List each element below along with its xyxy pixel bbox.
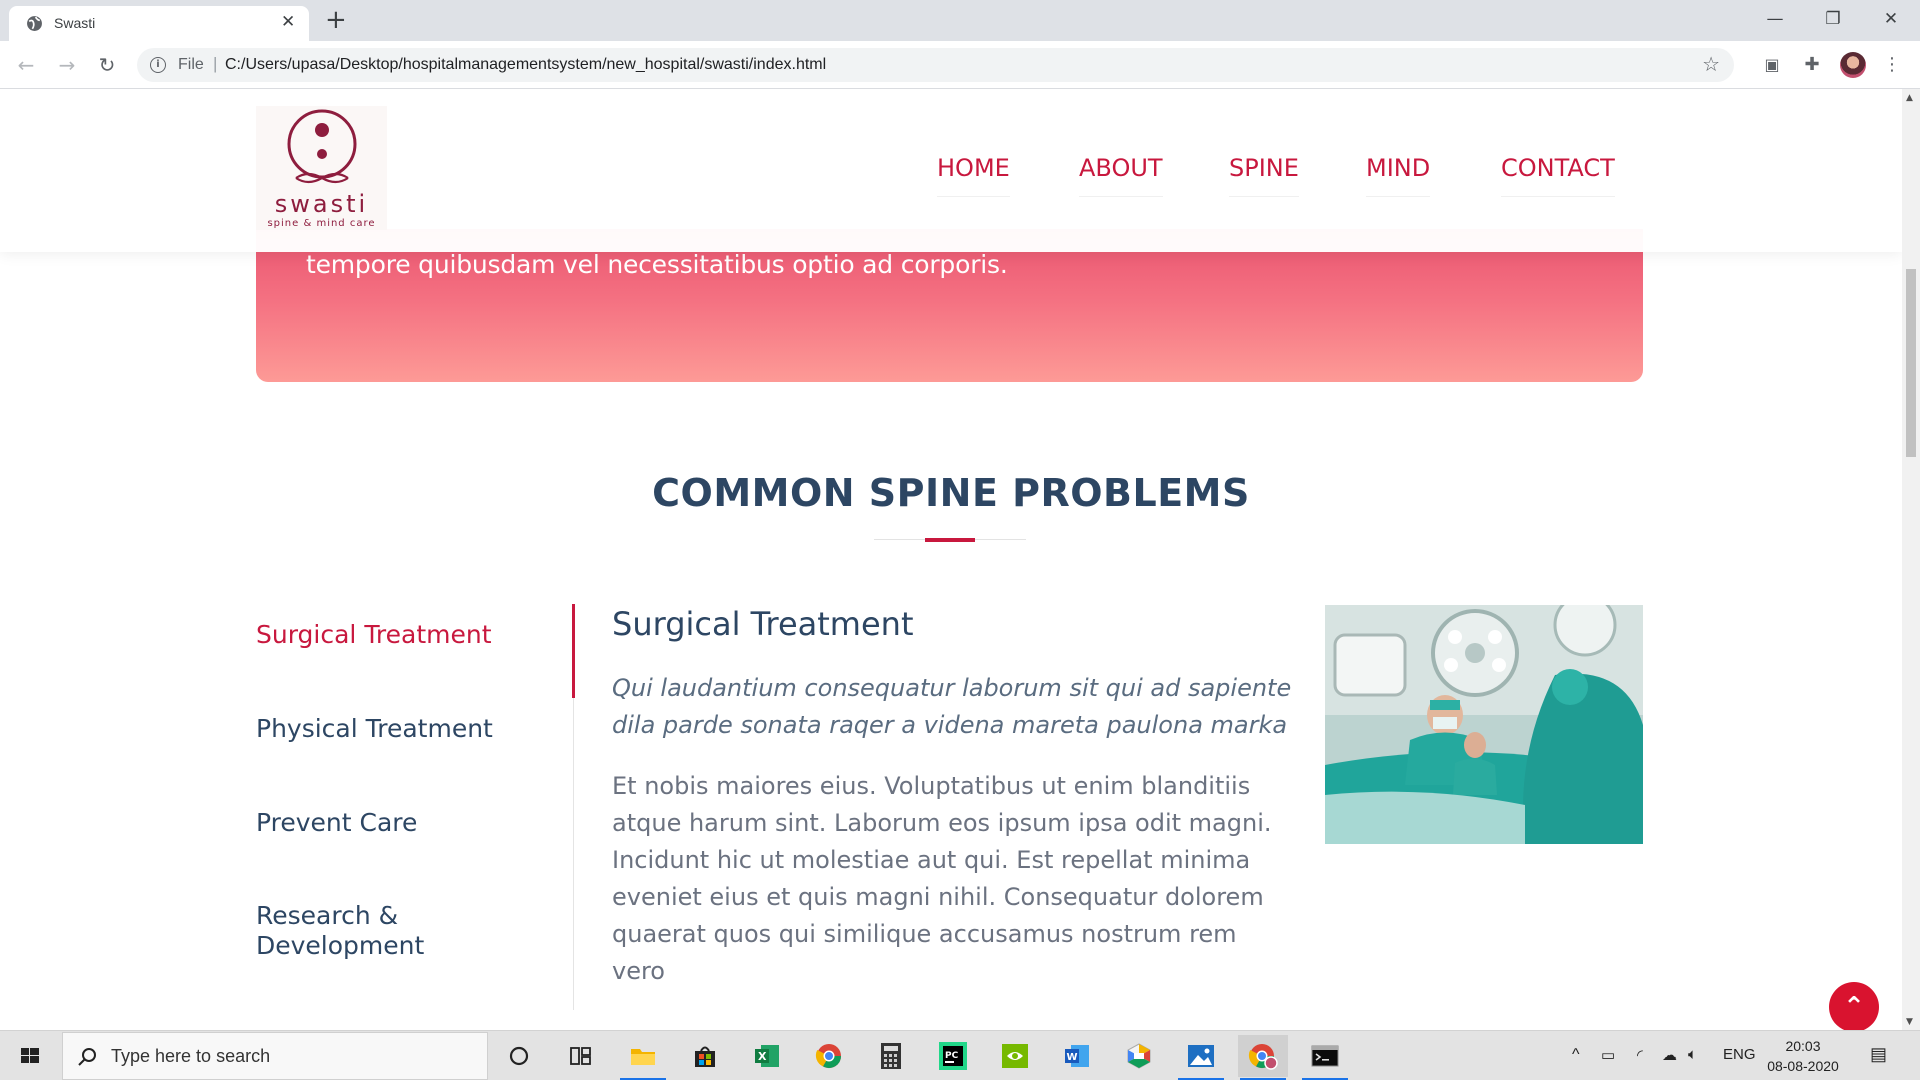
store-icon[interactable] [680,1035,730,1077]
tab-title: Swasti [54,15,96,31]
tab-content-body: Et nobis maiores eius. Voluptatibus ut e… [612,772,1272,985]
forward-button[interactable]: → [53,51,81,79]
title-underline-accent [925,538,975,542]
search-placeholder: Type here to search [111,1046,271,1066]
tray-overflow-icon[interactable]: ^ [1572,1046,1580,1064]
clock-time: 20:03 [1785,1038,1821,1054]
back-button[interactable]: ← [12,51,40,79]
globe-icon [27,16,42,31]
meditation-logo-icon [287,109,357,184]
url-text[interactable]: C:/Users/upasa/Desktop/hospitalmanagemen… [225,56,826,74]
browser-menu-icon[interactable]: ⋮ [1879,52,1905,78]
nav-home[interactable]: HOME [937,154,1010,197]
calculator-icon[interactable] [866,1035,916,1077]
svg-text:W: W [1067,1052,1078,1063]
windows-logo-icon [21,1048,39,1063]
word-icon[interactable]: W [1052,1035,1102,1077]
logo-wordmark: swasti [274,190,369,218]
browser-toolbar: ← → ↻ i File | C:/Users/upasa/Desktop/ho… [0,41,1920,89]
tab-surgical-treatment[interactable]: Surgical Treatment [256,620,492,650]
reload-button[interactable]: ↻ [93,51,121,79]
nav-spine[interactable]: SPINE [1229,154,1299,197]
file-explorer-icon[interactable] [618,1035,668,1080]
chrome-icon[interactable] [804,1035,854,1077]
active-tab-indicator [572,604,575,698]
new-tab-button[interactable]: + [325,5,347,35]
volume-icon[interactable]: 🔈︎ [1688,1046,1697,1063]
reading-list-icon[interactable]: ▣ [1759,52,1785,78]
task-view-icon[interactable] [556,1035,606,1077]
chrome-profile-icon[interactable] [1238,1035,1288,1080]
nav-mind[interactable]: MIND [1366,154,1431,197]
tab-research-development[interactable]: Research & Development [256,901,456,961]
cortana-icon[interactable] [494,1035,544,1077]
start-button[interactable] [0,1031,60,1080]
clock-date: 08-08-2020 [1767,1058,1839,1074]
windows-taskbar: Type here to search X PC W ^ ▭ ◜ ☁ 🔈︎ EN… [0,1030,1920,1080]
profile-avatar[interactable] [1840,52,1866,78]
tab-content-lead: Qui laudantium consequatur laborum sit q… [612,674,1292,739]
language-indicator[interactable]: ENG [1723,1046,1756,1063]
nav-about[interactable]: ABOUT [1079,154,1163,197]
taskbar-search[interactable]: Type here to search [62,1032,488,1080]
tab-prevent-care[interactable]: Prevent Care [256,808,417,838]
extensions-icon[interactable]: ✚ [1799,52,1825,78]
close-window-button[interactable]: ✕ [1868,3,1914,35]
bookmark-star-icon[interactable]: ☆ [1702,52,1720,76]
tab-strip: Swasti ✕ + — ❐ ✕ [0,0,1920,41]
tab-physical-treatment[interactable]: Physical Treatment [256,714,493,744]
minimize-button[interactable]: — [1752,3,1798,35]
scheme-label: File [178,56,204,73]
scrollbar-thumb[interactable] [1906,269,1916,457]
notifications-icon[interactable]: ▤ [1870,1044,1887,1065]
excel-icon[interactable]: X [742,1035,792,1077]
tab-content-heading: Surgical Treatment [612,605,914,643]
tab-close-icon[interactable]: ✕ [281,12,295,32]
svg-text:PC: PC [945,1051,959,1061]
app-icon[interactable] [1114,1035,1164,1077]
hero-text: tempore quibusdam vel necessitatibus opt… [306,250,1008,279]
svg-text:X: X [758,1050,767,1063]
back-to-top-button[interactable]: ⌃ [1829,982,1879,1030]
surgery-photo [1325,605,1643,844]
page-scrollbar[interactable]: ▲ ▼ [1902,89,1920,1030]
logo-tagline: spine & mind care [267,218,376,229]
page-viewport: tempore quibusdam vel necessitatibus opt… [0,89,1902,1030]
pycharm-icon[interactable]: PC [928,1035,978,1077]
nav-contact[interactable]: CONTACT [1501,154,1615,197]
search-icon [78,1048,96,1066]
scroll-up-arrow[interactable]: ▲ [1906,93,1913,103]
address-bar[interactable]: i File | C:/Users/upasa/Desktop/hospital… [137,48,1734,82]
logo[interactable]: swasti spine & mind care [256,106,387,230]
nvidia-icon[interactable] [990,1035,1040,1077]
site-header: swasti spine & mind care HOME ABOUT SPIN… [0,89,1902,252]
wifi-icon[interactable]: ◜ [1637,1046,1643,1064]
section-title: COMMON SPINE PROBLEMS [652,471,1250,515]
scheme-separator: | [213,54,218,73]
clock[interactable]: 20:03 08-08-2020 [1763,1036,1843,1076]
scroll-down-arrow[interactable]: ▼ [1906,1017,1913,1027]
photos-icon[interactable] [1176,1035,1226,1080]
browser-tab[interactable]: Swasti ✕ [9,6,309,41]
terminal-icon[interactable] [1300,1035,1350,1080]
restore-button[interactable]: ❐ [1810,3,1856,35]
battery-icon[interactable]: ▭ [1601,1046,1615,1064]
onedrive-icon[interactable]: ☁ [1662,1046,1677,1064]
site-info-icon[interactable]: i [150,57,166,73]
